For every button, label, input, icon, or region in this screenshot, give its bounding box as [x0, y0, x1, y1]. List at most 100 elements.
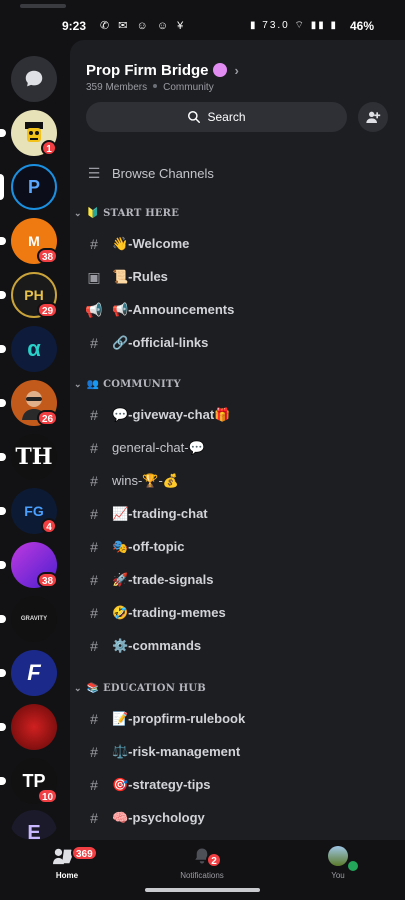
hashtag-icon: # — [90, 236, 98, 252]
nav-home[interactable]: 369 Home — [27, 845, 107, 880]
search-button[interactable]: Search — [86, 102, 347, 132]
channel-label: 🚀-trade-signals — [112, 572, 214, 587]
server-icon-14[interactable]: E — [11, 810, 57, 840]
chevron-down-icon: ⌄ — [74, 207, 82, 218]
server-logo: F — [11, 650, 57, 696]
channel-label: 🎭-off-topic — [112, 539, 185, 554]
server-logo: TH — [11, 434, 57, 480]
channel-label: general-chat-💬 — [112, 440, 205, 455]
server-header[interactable]: Prop Firm Bridge › — [86, 62, 239, 79]
online-status-icon — [346, 859, 360, 873]
unread-indicator — [0, 561, 6, 569]
channel-label: 💬-giveway-chat🎁 — [112, 407, 231, 422]
home-indicator — [145, 888, 260, 892]
avatar-wrap — [298, 846, 378, 873]
status-time: 9:23 — [62, 19, 87, 33]
unread-indicator — [0, 129, 6, 137]
channel-label: ⚖️-risk-management — [112, 744, 241, 759]
channel-trading-chat[interactable]: # 📈-trading-chat — [84, 503, 208, 525]
server-icon-3[interactable]: M 38 — [0, 218, 59, 264]
community-label: Community — [163, 82, 214, 93]
chevron-right-icon: › — [234, 63, 239, 78]
notification-icons: ✆ ✉ ☺ ☺ ¥ — [100, 20, 187, 32]
channel-wins[interactable]: # wins-🏆-💰 — [84, 470, 179, 492]
unread-indicator — [0, 615, 6, 623]
direct-messages-button[interactable] — [11, 56, 57, 102]
category-community[interactable]: ⌄ 👥 COMMUNITY — [74, 375, 181, 393]
channel-propfirm-rulebook[interactable]: # 📝-propfirm-rulebook — [84, 708, 245, 730]
server-icon-1[interactable]: 1 — [0, 110, 57, 156]
channel-label: wins-🏆-💰 — [112, 473, 180, 488]
megaphone-icon: 📢 — [85, 301, 103, 318]
channel-welcome[interactable]: # 👋-Welcome — [84, 233, 189, 255]
channel-general-chat[interactable]: # general-chat-💬 — [84, 437, 205, 459]
server-icon-6[interactable]: 26 — [0, 380, 59, 426]
home-badge: 369 — [71, 845, 98, 861]
unread-indicator — [0, 453, 6, 461]
server-icon-9[interactable]: 38 — [0, 542, 59, 588]
server-icon-5[interactable]: α — [0, 326, 57, 372]
channel-announcements[interactable]: 📢 📢-Announcements — [84, 299, 234, 321]
server-logo: E — [11, 810, 57, 840]
server-icon-13[interactable]: TP 10 — [0, 758, 59, 804]
signal-icons: ▮ 73.0 ⌔ ▮▮ ▮ — [250, 20, 338, 31]
channel-label: 🧠-psychology — [112, 810, 205, 825]
server-icon-prop-firm-bridge[interactable]: P — [0, 164, 57, 210]
channel-off-topic[interactable]: # 🎭-off-topic — [84, 536, 185, 558]
channel-rules[interactable]: ▣ 📜-Rules — [84, 266, 168, 288]
nav-notifications[interactable]: 2 Notifications — [162, 846, 242, 880]
bell-icon-wrap: 2 — [162, 846, 242, 868]
hashtag-icon: # — [90, 506, 98, 522]
category-label: 🔰 START HERE — [86, 207, 180, 219]
hashtag-icon: # — [90, 711, 98, 727]
channel-psychology[interactable]: # 🧠-psychology — [84, 807, 205, 829]
chevron-down-icon: ⌄ — [74, 682, 82, 693]
server-icon-11[interactable]: F — [0, 650, 57, 696]
server-logo: P — [11, 164, 57, 210]
server-logo — [11, 704, 57, 750]
nav-you[interactable]: You — [298, 846, 378, 880]
server-icon-8[interactable]: FG 4 — [0, 488, 57, 534]
channel-label: 📝-propfirm-rulebook — [112, 711, 246, 726]
chevron-down-icon: ⌄ — [74, 378, 82, 389]
channel-label: 🎯-strategy-tips — [112, 777, 211, 792]
channel-official-links[interactable]: # 🔗-official-links — [84, 332, 208, 354]
hashtag-icon: # — [90, 638, 98, 654]
server-icon-7[interactable]: TH — [0, 434, 57, 480]
hashtag-icon: # — [90, 440, 98, 456]
server-icon-4[interactable]: PH 29 — [0, 272, 59, 318]
category-education-hub[interactable]: ⌄ 📚 EDUCATION HUB — [74, 679, 206, 697]
channel-trade-signals[interactable]: # 🚀-trade-signals — [84, 569, 213, 591]
server-icon-12[interactable] — [0, 704, 57, 750]
channel-giveway-chat[interactable]: # 💬-giveway-chat🎁 — [84, 404, 230, 426]
hashtag-icon: # — [90, 777, 98, 793]
browse-channels[interactable]: ☰ Browse Channels — [84, 162, 214, 184]
server-logo: α — [11, 326, 57, 372]
unread-indicator — [0, 507, 6, 515]
notifications-badge: 2 — [206, 852, 222, 868]
search-icon — [188, 111, 201, 123]
hashtag-icon: # — [90, 473, 98, 489]
mention-badge: 26 — [37, 410, 59, 426]
battery-level: 46% — [350, 19, 375, 33]
channel-trading-memes[interactable]: # 🤣-trading-memes — [84, 602, 226, 624]
server-rail: 1 P M 38 PH 29 α 26 TH FG 4 38 GRAVITY F… — [0, 40, 70, 840]
channel-commands[interactable]: # ⚙️-commands — [84, 635, 201, 657]
chat-bubble-icon — [11, 56, 57, 102]
channel-strategy-tips[interactable]: # 🎯-strategy-tips — [84, 774, 211, 796]
hashtag-icon: # — [90, 744, 98, 760]
invite-members-button[interactable] — [358, 102, 388, 132]
mention-badge: 29 — [37, 302, 59, 318]
channel-label: ⚙️-commands — [112, 638, 202, 653]
add-user-icon — [366, 111, 381, 123]
category-label: 👥 COMMUNITY — [86, 378, 181, 390]
hashtag-icon: # — [90, 407, 98, 423]
channel-label: 📢-Announcements — [112, 302, 235, 317]
rules-icon: ▣ — [87, 268, 101, 285]
server-icon-10[interactable]: GRAVITY — [0, 596, 57, 642]
channel-risk-management[interactable]: # ⚖️-risk-management — [84, 741, 240, 763]
category-start-here[interactable]: ⌄ 🔰 START HERE — [74, 204, 179, 222]
member-count: 359 Members — [86, 82, 148, 93]
hashtag-icon: # — [90, 335, 98, 351]
server-logo: GRAVITY — [11, 596, 57, 642]
